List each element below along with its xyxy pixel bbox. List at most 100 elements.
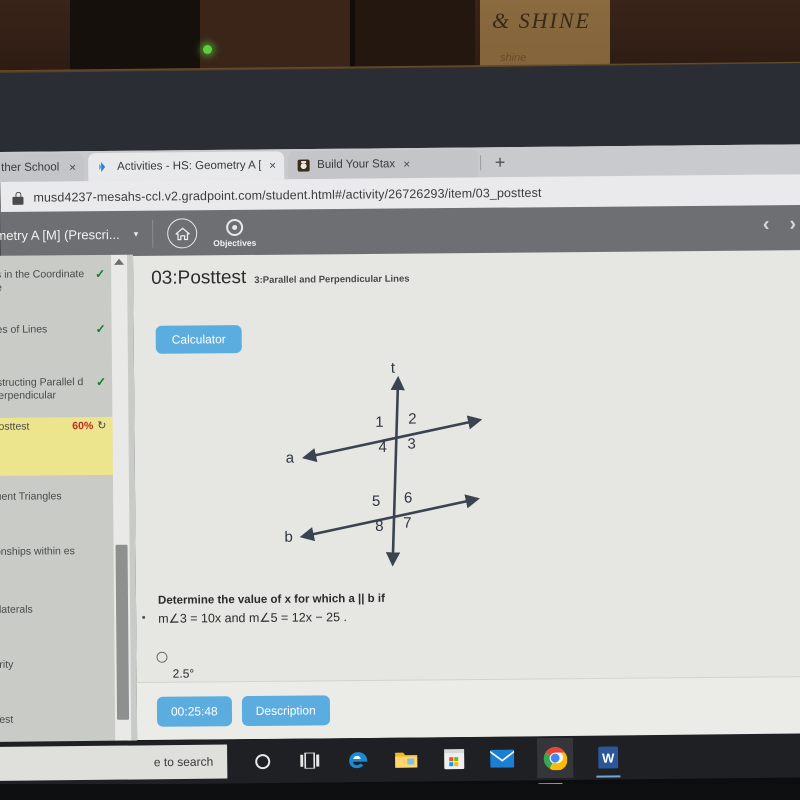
tab-divider — [480, 155, 482, 171]
angle-1: 1 — [375, 414, 383, 431]
sidebar-item-label: es in the Coordinate ne — [0, 268, 85, 294]
objectives-button[interactable]: Objectives — [213, 218, 257, 248]
wall-sign-text: & SHINE — [492, 8, 591, 33]
sidebar-item-1[interactable]: pes of Lines ✓ — [0, 320, 112, 340]
answer-choice-0[interactable]: 2.5° — [156, 651, 195, 681]
tab-label: Activities - HS: Geometry A [M] ( — [117, 159, 262, 173]
description-button[interactable]: Description — [241, 694, 330, 726]
course-outline-sidebar: es in the Coordinate ne ✓ pes of Lines ✓… — [0, 254, 138, 756]
label-a: a — [286, 450, 295, 467]
power-led-icon — [203, 45, 212, 54]
room-background: & SHINE shine — [0, 0, 800, 160]
score-badge: 60% — [72, 420, 94, 433]
sidebar-item-5[interactable]: ionships within es — [0, 542, 114, 562]
sidebar-scrollbar[interactable] — [110, 254, 132, 755]
next-item-button[interactable]: › — [789, 213, 796, 236]
check-icon: ✓ — [95, 266, 106, 281]
line-b — [299, 494, 480, 542]
windows-taskbar: e to search W — [0, 733, 800, 786]
close-icon[interactable]: × — [269, 158, 276, 172]
question-line-2: m∠3 = 10x and m∠5 = 12x − 25 . — [158, 610, 348, 626]
new-tab-button[interactable]: + — [490, 152, 510, 173]
course-title: ometry A [M] (Prescri... — [0, 226, 120, 243]
item-header: 03:Posttest 3:Parallel and Perpendicular… — [151, 266, 409, 290]
microsoft-store-icon[interactable] — [441, 746, 467, 772]
word-icon[interactable]: W — [595, 744, 621, 770]
objectives-label: Objectives — [213, 237, 257, 248]
chrome-icon[interactable] — [536, 737, 574, 779]
sidebar-item-label: ionships within es — [0, 545, 75, 558]
chevron-down-icon[interactable]: ▾ — [134, 228, 139, 239]
target-icon — [226, 218, 244, 236]
item-navigation: ‹ › — [763, 213, 797, 236]
angle-7: 7 — [403, 515, 411, 532]
label-t: t — [391, 360, 396, 377]
wall-sign-subtext: shine — [500, 52, 527, 64]
search-input[interactable]: e to search — [0, 744, 228, 781]
geometry-figure: t a b 1 2 4 3 5 6 8 7 — [279, 358, 531, 590]
sidebar-item-8[interactable]: Test — [0, 710, 115, 730]
radio-button[interactable] — [156, 651, 168, 663]
previous-item-button[interactable]: ‹ — [763, 213, 770, 236]
angle-8: 8 — [375, 518, 383, 535]
sidebar-item-label: nstructing Parallel d Perpendicular — [0, 376, 84, 402]
refresh-icon[interactable]: ↻ — [97, 420, 106, 433]
calculator-button[interactable]: Calculator — [155, 325, 242, 354]
tab-label: ther School G — [1, 161, 61, 174]
cortana-icon[interactable] — [249, 748, 275, 774]
answer-choice-label: 2.5° — [172, 666, 195, 681]
sidebar-item-label: rilaterals — [0, 603, 33, 616]
sidebar-item-7[interactable]: arity — [0, 655, 115, 675]
file-explorer-icon[interactable] — [393, 747, 419, 773]
sidebar-item-6[interactable]: rilaterals — [0, 600, 114, 620]
sidebar-item-posttest[interactable]: Posttest 60% ↻ — [0, 416, 113, 476]
sidebar-item-label: pes of Lines — [0, 323, 48, 336]
header-divider — [152, 219, 154, 248]
task-view-icon[interactable] — [297, 748, 323, 774]
angle-3: 3 — [407, 436, 415, 453]
angle-4: 4 — [378, 439, 386, 456]
page-subtitle: 3:Parallel and Perpendicular Lines — [254, 273, 410, 286]
mail-icon[interactable] — [489, 746, 515, 772]
scrollbar-thumb[interactable] — [115, 544, 130, 720]
close-icon[interactable]: × — [69, 160, 76, 174]
label-b: b — [284, 529, 292, 546]
browser-tab-0[interactable]: ther School G × — [0, 153, 85, 183]
activity-content-pane: 03:Posttest 3:Parallel and Perpendicular… — [133, 250, 800, 740]
question-text: Determine the value of x for which a || … — [158, 588, 578, 628]
check-icon: ✓ — [95, 321, 106, 336]
sidebar-item-label: Posttest — [0, 420, 30, 433]
scroll-up-arrow-icon[interactable] — [114, 258, 125, 265]
sidebar-item-4[interactable]: ruent Triangles — [0, 487, 113, 507]
check-icon: ✓ — [95, 374, 107, 389]
app-header-bar: ometry A [M] (Prescri... ▾ Objectives ‹ … — [0, 205, 800, 258]
gradpoint-icon — [96, 160, 110, 174]
sidebar-item-label: ruent Triangles — [0, 490, 62, 503]
timer-button[interactable]: 00:25:48 — [156, 695, 232, 727]
screen-bottom-edge — [0, 784, 800, 800]
line-a — [301, 415, 483, 463]
sidebar-item-label: Test — [0, 713, 14, 726]
sidebar-item-label: arity — [0, 658, 14, 671]
lock-icon — [12, 191, 24, 205]
angle-2: 2 — [408, 411, 416, 428]
tab-label: Build Your Stax — [317, 158, 396, 171]
sidebar-item-status: 60% ↻ — [72, 420, 106, 433]
edge-icon[interactable] — [345, 747, 371, 773]
taskbar-icons: W — [249, 737, 621, 781]
browser-chrome: ther School G × Activities - HS: Geometr… — [0, 144, 800, 214]
sidebar-item-2[interactable]: nstructing Parallel d Perpendicular ✓ — [0, 373, 112, 406]
stax-icon — [296, 158, 310, 172]
screenshot-root: & SHINE shine ther School G × Activities… — [0, 0, 800, 800]
activity-footer: 00:25:48 Description — [136, 676, 800, 740]
question-bullet — [142, 615, 146, 619]
svg-text:W: W — [602, 750, 615, 765]
browser-tab-1[interactable]: Activities - HS: Geometry A [M] ( × — [88, 151, 285, 182]
browser-tab-2[interactable]: Build Your Stax × — [288, 149, 479, 180]
home-icon[interactable] — [167, 218, 198, 249]
transversal-line — [385, 375, 405, 567]
room-dark-panel — [70, 0, 210, 70]
page-title: 03:Posttest — [151, 267, 247, 289]
close-icon[interactable]: × — [403, 157, 410, 171]
sidebar-item-0[interactable]: es in the Coordinate ne ✓ — [0, 265, 111, 298]
